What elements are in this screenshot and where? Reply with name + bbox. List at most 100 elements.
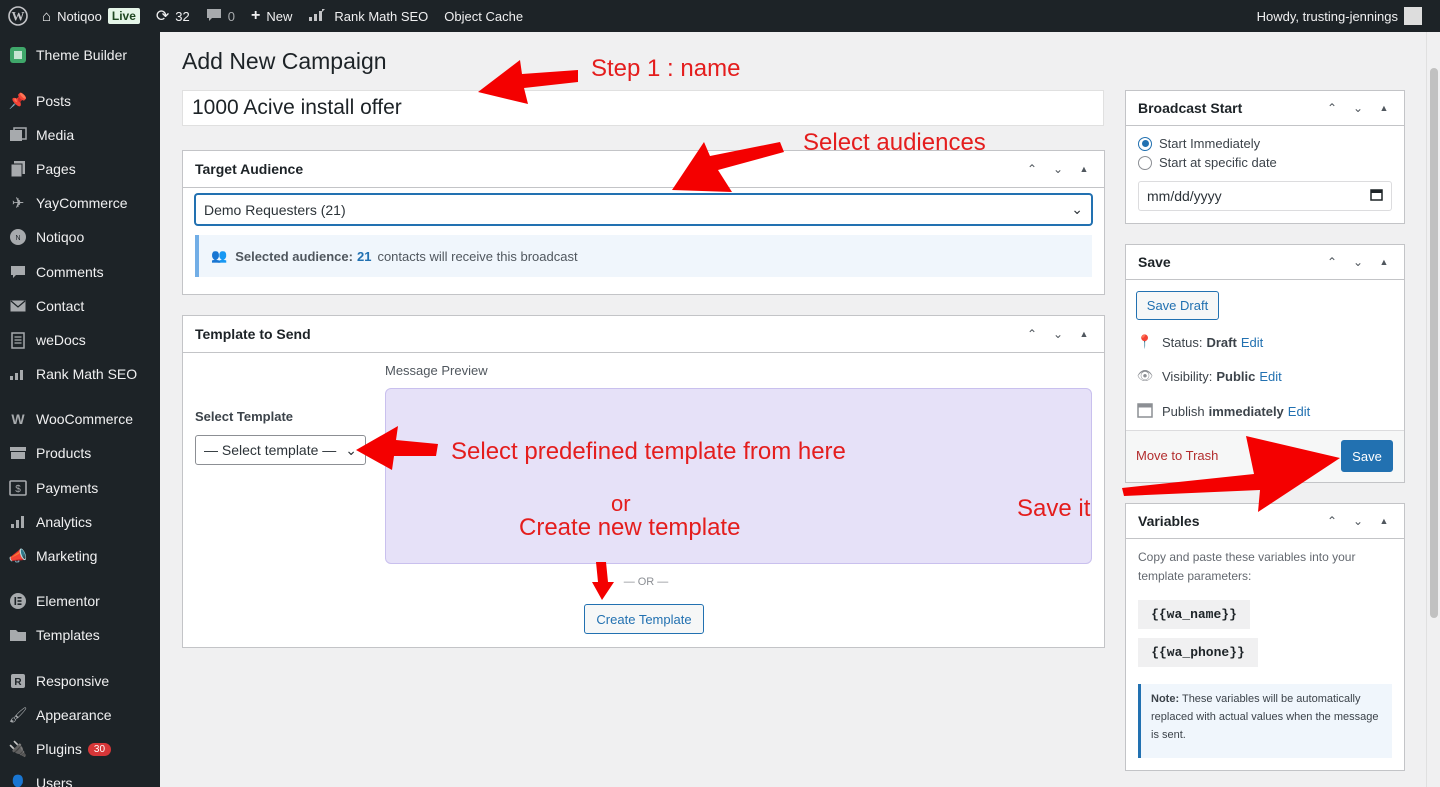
variables-box: Variables ⌃ ⌄ ▲ Copy and paste these var… [1125,503,1405,771]
audience-selected-value: Demo Requesters (21) [204,201,346,218]
account-menu[interactable]: Howdy, trusting-jennings [1249,0,1440,32]
new-content-link[interactable]: + New [243,0,300,32]
updates-link[interactable]: ⟳ 32 [148,0,198,32]
handle-actions: ⌃ ⌄ ▲ [1324,255,1392,269]
sidebar-item-elementor[interactable]: Elementor [0,584,160,618]
move-up-icon[interactable]: ⌃ [1024,327,1040,341]
sidebar-item-notiqoo[interactable]: N Notiqoo [0,220,160,254]
site-name: Notiqoo [57,8,102,24]
move-up-icon[interactable]: ⌃ [1324,255,1340,269]
save-draft-button[interactable]: Save Draft [1136,291,1219,320]
sidebar-item-rank-math[interactable]: Rank Math SEO [0,357,160,391]
move-up-icon[interactable]: ⌃ [1024,162,1040,176]
sidebar-item-comments[interactable]: Comments [0,255,160,289]
sidebar-item-label: Rank Math SEO [36,366,138,382]
sidebar-item-responsive[interactable]: R Responsive [0,664,160,698]
edit-status-link[interactable]: Edit [1241,335,1263,350]
option-label: Start Immediately [1159,136,1261,151]
move-up-icon[interactable]: ⌃ [1324,514,1340,528]
toggle-panel-icon[interactable]: ▲ [1076,329,1092,339]
folder-icon [8,625,28,645]
sidebar-item-wedocs[interactable]: weDocs [0,323,160,357]
page-scrollbar[interactable] [1426,32,1440,787]
sidebar-item-analytics[interactable]: Analytics [0,505,160,539]
postbox-header: Template to Send ⌃ ⌄ ▲ [183,316,1104,353]
sidebar-item-label: Payments [36,480,99,496]
sidebar-item-label: Elementor [36,593,100,609]
audience-select[interactable]: Demo Requesters (21) ⌄ [195,194,1092,225]
sidebar-item-woocommerce[interactable]: W WooCommerce [0,402,160,436]
visibility-row: 👁 Visibility: Public Edit [1136,368,1282,384]
variables-note: Note: These variables will be automatica… [1138,684,1392,758]
sidebar-item-marketing[interactable]: 📣 Marketing [0,539,160,573]
variable-wa-phone[interactable]: {{wa_phone}} [1138,638,1258,667]
sidebar-item-label: Pages [36,161,76,177]
sidebar-item-yaycommerce[interactable]: ✈ YayCommerce [0,186,160,220]
campaign-name-input[interactable]: 1000 Acive install offer [182,90,1104,126]
date-input[interactable]: mm/dd/yyyy [1138,181,1392,211]
date-placeholder: mm/dd/yyyy [1147,188,1222,204]
theme-builder-icon [8,45,28,65]
sidebar-item-posts[interactable]: 📌 Posts [0,84,160,118]
sidebar-item-label: Products [36,445,92,461]
toggle-panel-icon[interactable]: ▲ [1376,516,1392,526]
docs-icon [8,330,28,350]
select-template-label: Select Template [195,409,294,424]
sidebar-item-templates[interactable]: Templates [0,618,160,652]
edit-visibility-link[interactable]: Edit [1259,369,1281,384]
move-up-icon[interactable]: ⌃ [1324,101,1340,115]
sidebar-item-label: WooCommerce [36,411,133,427]
sidebar-item-pages[interactable]: Pages [0,152,160,186]
sidebar-item-plugins[interactable]: 🔌 Plugins 30 [0,732,160,766]
create-template-button[interactable]: Create Template [584,604,704,634]
scrollbar-thumb[interactable] [1430,68,1438,618]
toggle-panel-icon[interactable]: ▲ [1076,164,1092,174]
archive-icon [8,443,28,463]
users-icon: 👤 [8,775,28,787]
toggle-panel-icon[interactable]: ▲ [1376,103,1392,113]
message-preview-label: Message Preview [385,363,488,378]
sidebar-item-products[interactable]: Products [0,436,160,470]
template-select[interactable]: — Select template — ⌄ [195,435,366,465]
sidebar-item-label: Users [36,775,73,787]
move-down-icon[interactable]: ⌄ [1350,514,1366,528]
radio-checked[interactable] [1138,136,1152,151]
handle-actions: ⌃ ⌄ ▲ [1024,327,1092,341]
audience-count: 21 [356,248,372,264]
new-label: New [266,8,293,24]
sidebar-item-media[interactable]: Media [0,118,160,152]
rank-math-icon [308,8,326,25]
or-divider-wrap: — OR — [183,576,1104,588]
radio-unchecked[interactable] [1138,155,1152,170]
site-name-link[interactable]: ⌂ Notiqoo Live [34,0,148,32]
variable-wa-name[interactable]: {{wa_name}} [1138,600,1250,629]
handle-actions: ⌃ ⌄ ▲ [1024,162,1092,176]
pin-icon: 📌 [8,93,28,110]
variables-description: Copy and paste these variables into your… [1138,550,1356,583]
comments-link[interactable]: 0 [198,0,243,32]
save-button[interactable]: Save [1341,440,1393,472]
move-to-trash-link[interactable]: Move to Trash [1136,448,1218,463]
wordpress-logo-icon[interactable]: W [2,0,34,32]
sidebar-item-contact[interactable]: Contact [0,289,160,323]
sidebar-item-theme-builder[interactable]: Theme Builder [0,38,160,72]
toggle-panel-icon[interactable]: ▲ [1376,257,1392,267]
sidebar-item-payments[interactable]: $ Payments [0,471,160,505]
elementor-icon [8,591,28,611]
rank-math-link[interactable]: Rank Math SEO [300,0,436,32]
edit-publish-link[interactable]: Edit [1288,404,1310,419]
sidebar-item-appearance[interactable]: 🖌 Appearance [0,698,160,732]
move-down-icon[interactable]: ⌄ [1350,101,1366,115]
move-down-icon[interactable]: ⌄ [1050,327,1066,341]
move-down-icon[interactable]: ⌄ [1350,255,1366,269]
status-value: Draft [1206,334,1237,350]
template-to-send-box: Template to Send ⌃ ⌄ ▲ Message Preview S… [182,315,1105,648]
publish-label: Publish [1162,404,1205,419]
sidebar-item-users[interactable]: 👤 Users [0,766,160,787]
move-down-icon[interactable]: ⌄ [1050,162,1066,176]
avatar [1404,7,1422,25]
object-cache-link[interactable]: Object Cache [436,0,531,32]
note-label: Note: [1151,693,1180,705]
start-immediately-option[interactable]: Start Immediately [1138,136,1260,151]
start-specific-date-option[interactable]: Start at specific date [1138,155,1277,170]
